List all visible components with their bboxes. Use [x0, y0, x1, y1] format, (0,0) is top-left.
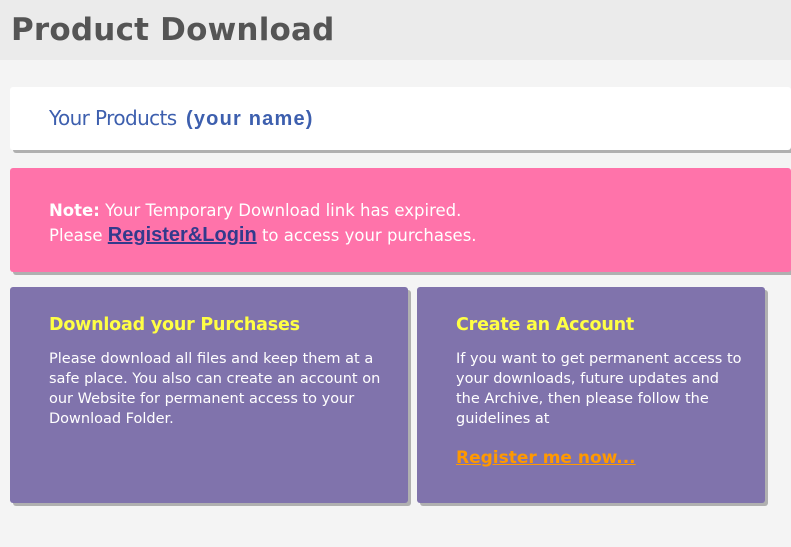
create-account-title: Create an Account — [456, 315, 635, 335]
user-name: (your name) — [185, 108, 314, 130]
notice-line-2: Please Register&Login to access your pur… — [49, 223, 791, 248]
register-login-link[interactable]: Register&Login — [108, 224, 257, 246]
your-products-label: Your Products — [49, 106, 177, 130]
notice-line-1: Note: Your Temporary Download link has e… — [49, 198, 791, 223]
create-account-card: Create an Account If you want to get per… — [417, 287, 765, 503]
download-purchases-text: Please download all files and keep them … — [49, 351, 381, 427]
create-account-text: If you want to get permanent access to y… — [456, 351, 742, 427]
note-prefix: Note: — [49, 201, 100, 220]
note-please: Please — [49, 226, 103, 245]
note-message: Your Temporary Download link has expired… — [105, 201, 462, 220]
note-access-text: to access your purchases. — [261, 226, 477, 245]
page-header: Product Download — [0, 0, 791, 60]
register-me-now-link[interactable]: Register me now... — [456, 448, 636, 468]
your-products-panel: Your Products (your name) — [10, 87, 791, 150]
download-purchases-card: Download your Purchases Please download … — [10, 287, 408, 503]
page-title: Product Download — [11, 12, 335, 48]
expired-link-notice: Note: Your Temporary Download link has e… — [10, 168, 791, 272]
download-purchases-title: Download your Purchases — [49, 315, 300, 335]
your-products-heading: Your Products (your name) — [49, 106, 314, 131]
